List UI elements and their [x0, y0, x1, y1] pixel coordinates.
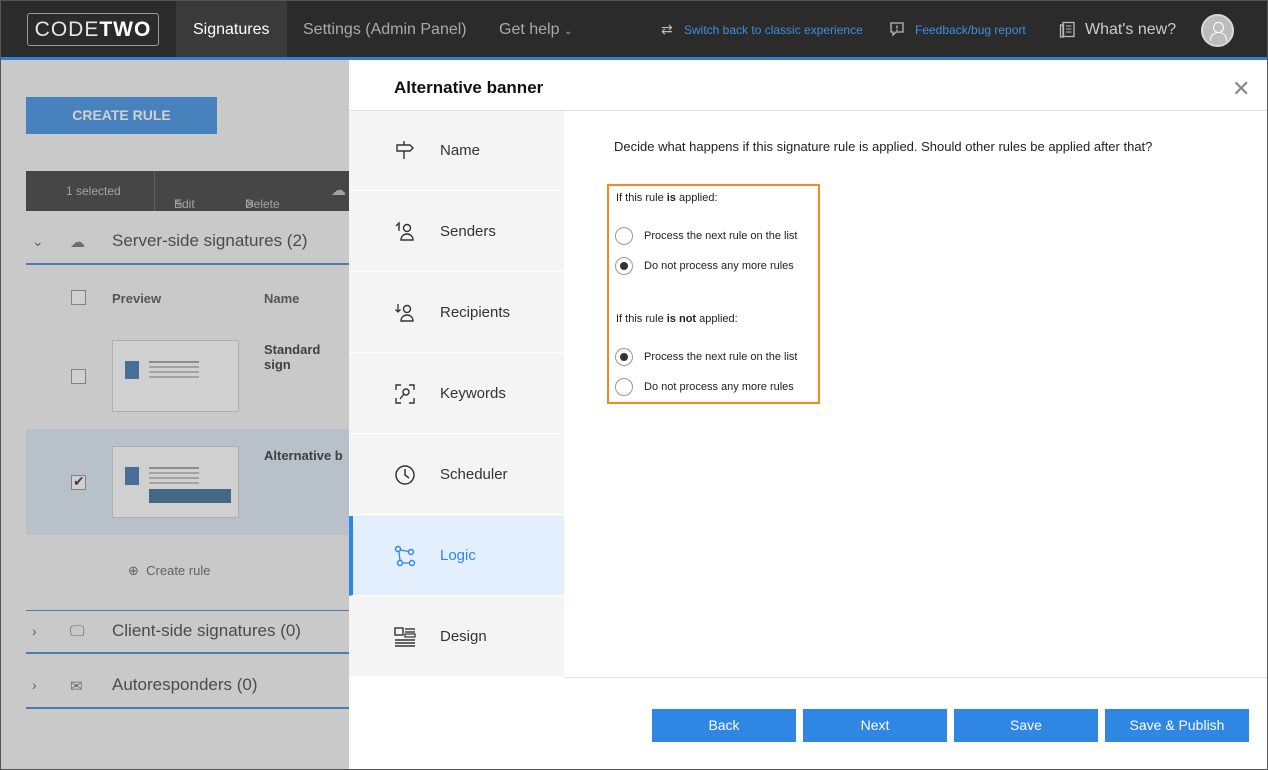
applied-stop-processing-radio[interactable] [615, 257, 633, 275]
nav-tab-get-help[interactable]: Get help ⌄ [499, 1, 572, 57]
heading-text: If this rule [616, 192, 667, 204]
heading-text: If this rule [616, 313, 667, 325]
step-label: Recipients [440, 304, 511, 321]
save-publish-button[interactable]: Save & Publish [1105, 709, 1249, 742]
panel-title: Alternative banner [394, 78, 544, 97]
step-logic[interactable]: Logic [349, 516, 564, 596]
step-name[interactable]: Name [349, 111, 564, 191]
nav-tab-settings[interactable]: Settings (Admin Panel) [303, 1, 467, 57]
step-sidebar: Name Senders Recipients Keywords Schedul… [349, 111, 564, 677]
signpost-icon [396, 141, 414, 159]
radio-label[interactable]: Process the next rule on the list [644, 351, 797, 363]
heading-bold: is [666, 192, 676, 204]
chevron-down-icon: ⌄ [563, 26, 573, 37]
radio-label[interactable]: Do not process any more rules [644, 381, 794, 393]
clock-icon [395, 465, 415, 485]
not-applied-process-next-radio[interactable] [615, 348, 633, 366]
step-design[interactable]: Design [349, 597, 564, 677]
whats-new-link[interactable]: What's new? [1085, 1, 1176, 57]
heading-text: applied: [675, 192, 718, 204]
feedback-link[interactable]: Feedback/bug report [915, 1, 1026, 57]
step-label: Scheduler [440, 466, 508, 483]
footer-divider [564, 677, 1267, 678]
codetwo-logo[interactable]: CODETWO [27, 13, 159, 46]
step-recipients[interactable]: Recipients [349, 273, 564, 353]
step-keywords[interactable]: Keywords [349, 354, 564, 434]
user-avatar[interactable] [1201, 14, 1234, 47]
save-button[interactable]: Save [954, 709, 1098, 742]
modal-overlay[interactable] [1, 60, 349, 769]
radio-label[interactable]: Process the next rule on the list [644, 230, 797, 242]
logic-icon [394, 545, 416, 567]
step-label: Senders [440, 223, 496, 240]
heading-text: applied: [696, 313, 738, 325]
whats-new-icon [1059, 21, 1075, 38]
step-label: Design [440, 628, 487, 645]
not-applied-stop-processing-radio[interactable] [615, 378, 633, 396]
close-icon[interactable]: ✕ [1232, 76, 1250, 102]
nav-tab-signatures[interactable]: Signatures [176, 1, 287, 57]
app-window: CODETWO Signatures Settings (Admin Panel… [0, 0, 1268, 770]
keywords-icon [395, 384, 415, 404]
back-button[interactable]: Back [652, 709, 796, 742]
step-scheduler[interactable]: Scheduler [349, 435, 564, 515]
radio-label[interactable]: Do not process any more rules [644, 260, 794, 272]
recipients-icon [395, 304, 414, 322]
logo-text-two: TWO [99, 18, 152, 41]
not-applied-heading: If this rule is not applied: [616, 313, 738, 325]
rule-editor-panel: Alternative banner ✕ Name Senders Recipi… [349, 60, 1267, 769]
top-nav: CODETWO Signatures Settings (Admin Panel… [1, 1, 1267, 60]
step-label: Name [440, 142, 481, 159]
applied-process-next-radio[interactable] [615, 227, 633, 245]
design-icon [394, 627, 416, 647]
senders-icon [395, 221, 414, 241]
next-button[interactable]: Next [803, 709, 947, 742]
switch-arrows-icon: ⇄ [661, 21, 673, 37]
logo-text-code: CODE [34, 18, 100, 41]
logic-options-box: If this rule is applied: Process the nex… [607, 184, 820, 404]
applied-heading: If this rule is applied: [616, 192, 718, 204]
step-label: Logic [440, 547, 476, 564]
feedback-icon [890, 22, 904, 37]
heading-bold: is not [666, 313, 697, 325]
step-senders[interactable]: Senders [349, 192, 564, 272]
step-label: Keywords [440, 385, 506, 402]
nav-tab-get-help-label: Get help [499, 21, 560, 38]
logic-description: Decide what happens if this signature ru… [614, 139, 1153, 154]
switch-classic-link[interactable]: Switch back to classic experience [684, 1, 863, 57]
